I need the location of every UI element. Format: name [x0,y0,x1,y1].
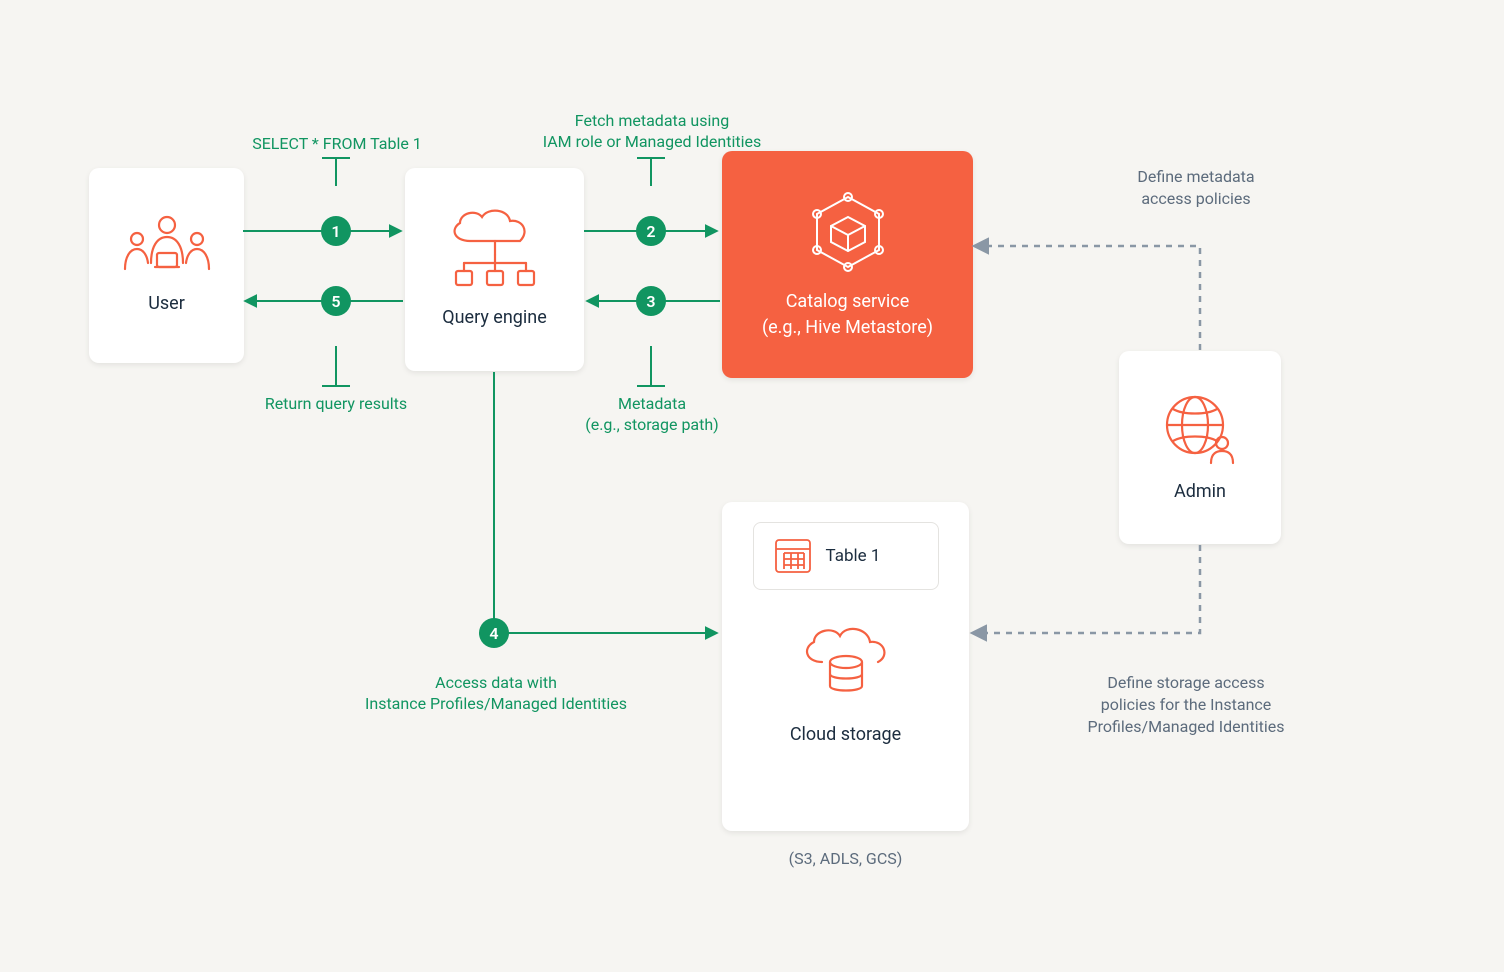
step-1-badge: 1 [321,216,351,246]
step-4-badge: 4 [479,618,509,648]
step-3-badge: 3 [636,286,666,316]
step-2-badge: 2 [636,216,666,246]
step-5-badge: 5 [321,286,351,316]
